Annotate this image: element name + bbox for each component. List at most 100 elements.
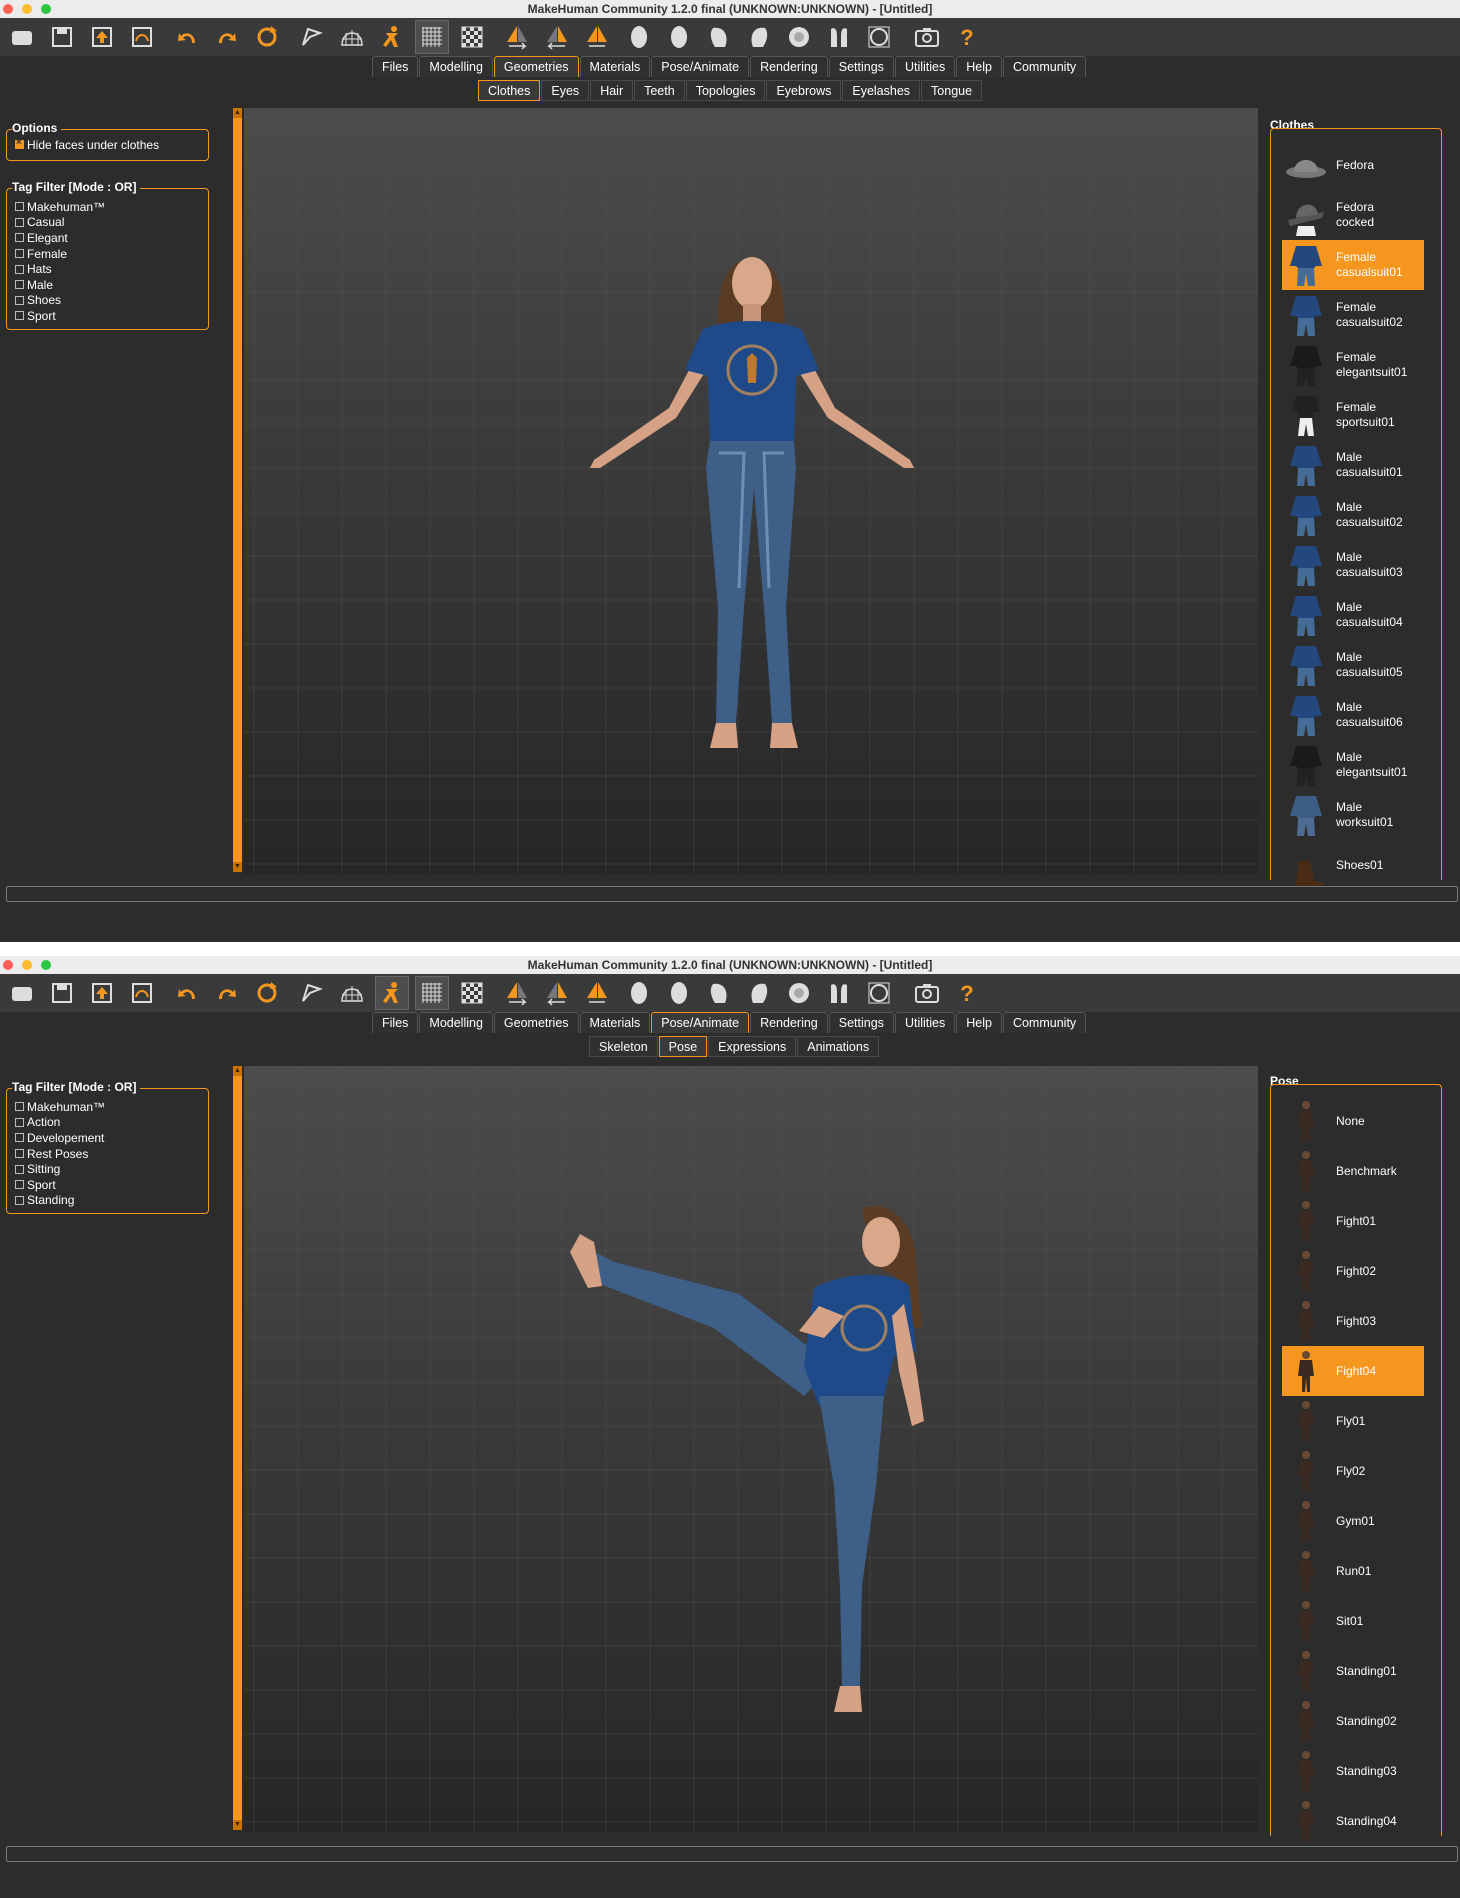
symmetry-right-tool-button[interactable] xyxy=(500,976,534,1010)
library-item-run01[interactable]: Run01 xyxy=(1282,1546,1424,1596)
front-view-tool-button[interactable] xyxy=(622,20,656,54)
subtab-animations[interactable]: Animations xyxy=(797,1036,880,1057)
background-tool-button[interactable] xyxy=(455,976,489,1010)
wireframe-tool-button[interactable] xyxy=(335,976,369,1010)
splitter-up-arrow-icon[interactable]: ▲ xyxy=(233,1066,242,1076)
library-item-male-casualsuit05[interactable]: Male casualsuit05 xyxy=(1282,640,1424,690)
library-item-benchmark[interactable]: Benchmark xyxy=(1282,1146,1424,1196)
tab-geometries[interactable]: Geometries xyxy=(493,56,579,77)
subtab-eyebrows[interactable]: Eyebrows xyxy=(766,80,842,101)
reset-tool-button[interactable] xyxy=(250,976,284,1010)
library-item-female-casualsuit02[interactable]: Female casualsuit02 xyxy=(1282,290,1424,340)
tab-modelling[interactable]: Modelling xyxy=(419,56,493,77)
subtab-skeleton[interactable]: Skeleton xyxy=(589,1036,658,1057)
hide-faces-checkbox[interactable] xyxy=(15,137,24,150)
subtab-clothes[interactable]: Clothes xyxy=(478,80,541,101)
library-item-male-casualsuit03[interactable]: Male casualsuit03 xyxy=(1282,540,1424,590)
screenshot-tool-button[interactable] xyxy=(910,976,944,1010)
panel-splitter[interactable]: ▲ ▼ xyxy=(233,1066,242,1830)
hide-faces-checkbox-row[interactable]: Hide faces under clothes xyxy=(7,137,208,153)
tag-checkbox[interactable] xyxy=(15,1149,24,1159)
tag-filter-row-hats[interactable]: Hats xyxy=(7,261,208,277)
human-model-kick-pose[interactable] xyxy=(244,1066,1258,1832)
library-item-standing02[interactable]: Standing02 xyxy=(1282,1696,1424,1746)
subtab-eyes[interactable]: Eyes xyxy=(541,80,590,101)
library-item-male-elegantsuit01[interactable]: Male elegantsuit01 xyxy=(1282,740,1424,790)
tag-checkbox[interactable] xyxy=(15,249,24,259)
tab-settings[interactable]: Settings xyxy=(828,56,894,77)
subtab-tongue[interactable]: Tongue xyxy=(921,80,983,101)
screenshot-tool-button[interactable] xyxy=(910,20,944,54)
library-item-male-casualsuit01[interactable]: Male casualsuit01 xyxy=(1282,440,1424,490)
library-item-fight02[interactable]: Fight02 xyxy=(1282,1246,1424,1296)
wireframe-tool-button[interactable] xyxy=(335,20,369,54)
save-tool-button[interactable] xyxy=(45,976,79,1010)
tag-filter-row-male[interactable]: Male xyxy=(7,277,208,293)
left-view-tool-button[interactable] xyxy=(702,20,736,54)
splitter-down-arrow-icon[interactable]: ▼ xyxy=(233,1820,242,1830)
smooth-tool-button[interactable] xyxy=(295,976,329,1010)
tab-pose-animate[interactable]: Pose/Animate xyxy=(651,56,750,77)
symmetry-left-tool-button[interactable] xyxy=(540,976,574,1010)
library-item-shoes01[interactable]: Shoes01 xyxy=(1282,840,1424,890)
subtab-hair[interactable]: Hair xyxy=(590,80,634,101)
library-item-sit01[interactable]: Sit01 xyxy=(1282,1596,1424,1646)
tag-filter-row-rest-poses[interactable]: Rest Poses xyxy=(7,1146,208,1162)
tag-filter-row-elegant[interactable]: Elegant xyxy=(7,230,208,246)
tag-filter-row-shoes[interactable]: Shoes xyxy=(7,293,208,309)
library-item-fly01[interactable]: Fly01 xyxy=(1282,1396,1424,1446)
tag-checkbox[interactable] xyxy=(15,1133,24,1143)
library-item-gym01[interactable]: Gym01 xyxy=(1282,1496,1424,1546)
tab-modelling[interactable]: Modelling xyxy=(419,1012,493,1033)
tag-checkbox[interactable] xyxy=(15,280,24,290)
splitter-down-arrow-icon[interactable]: ▼ xyxy=(233,862,242,872)
reset-camera-tool-button[interactable] xyxy=(862,976,896,1010)
subtab-teeth[interactable]: Teeth xyxy=(634,80,685,101)
background-tool-button[interactable] xyxy=(455,20,489,54)
help-tool-button[interactable]: ? xyxy=(950,976,984,1010)
tab-help[interactable]: Help xyxy=(956,56,1002,77)
tag-filter-row-sitting[interactable]: Sitting xyxy=(7,1161,208,1177)
redo-tool-button[interactable] xyxy=(210,20,244,54)
tag-checkbox[interactable] xyxy=(15,1180,24,1190)
library-item-male-worksuit01[interactable]: Male worksuit01 xyxy=(1282,790,1424,840)
symmetry-tool-button[interactable] xyxy=(580,976,614,1010)
tag-checkbox[interactable] xyxy=(15,1195,24,1205)
export-tool-button[interactable] xyxy=(125,20,159,54)
splitter-up-arrow-icon[interactable]: ▲ xyxy=(233,108,242,118)
grid-tool-button[interactable] xyxy=(415,976,449,1010)
tag-filter-row-sport[interactable]: Sport xyxy=(7,1177,208,1193)
smooth-tool-button[interactable] xyxy=(295,20,329,54)
tab-pose-animate[interactable]: Pose/Animate xyxy=(651,1012,750,1033)
tag-checkbox[interactable] xyxy=(15,1117,24,1127)
library-item-fly02[interactable]: Fly02 xyxy=(1282,1446,1424,1496)
undo-tool-button[interactable] xyxy=(170,20,204,54)
human-model-standing[interactable] xyxy=(244,108,1258,874)
library-item-standing03[interactable]: Standing03 xyxy=(1282,1746,1424,1796)
library-item-fight01[interactable]: Fight01 xyxy=(1282,1196,1424,1246)
symmetry-left-tool-button[interactable] xyxy=(540,20,574,54)
tag-checkbox[interactable] xyxy=(15,311,24,321)
back-view-tool-button[interactable] xyxy=(662,976,696,1010)
tab-files[interactable]: Files xyxy=(372,56,419,77)
library-item-female-elegantsuit01[interactable]: Female elegantsuit01 xyxy=(1282,340,1424,390)
reset-camera-tool-button[interactable] xyxy=(862,20,896,54)
tab-community[interactable]: Community xyxy=(1002,56,1087,77)
save-tool-button[interactable] xyxy=(45,20,79,54)
library-item-fight03[interactable]: Fight03 xyxy=(1282,1296,1424,1346)
tab-rendering[interactable]: Rendering xyxy=(750,1012,828,1033)
load-tool-button[interactable] xyxy=(85,976,119,1010)
top-view-tool-button[interactable] xyxy=(782,20,816,54)
subtab-expressions[interactable]: Expressions xyxy=(708,1036,797,1057)
tab-files[interactable]: Files xyxy=(372,1012,419,1033)
tab-materials[interactable]: Materials xyxy=(579,1012,651,1033)
tag-filter-row-makehuman[interactable]: Makehuman™ xyxy=(7,199,208,215)
pose-tool-button[interactable] xyxy=(375,976,409,1010)
front-view-tool-button[interactable] xyxy=(622,976,656,1010)
library-item-female-casualsuit01[interactable]: Female casualsuit01 xyxy=(1282,240,1424,290)
3d-viewport[interactable] xyxy=(244,1066,1258,1832)
library-item-fight04[interactable]: Fight04 xyxy=(1282,1346,1424,1396)
right-view-tool-button[interactable] xyxy=(742,20,776,54)
tab-community[interactable]: Community xyxy=(1002,1012,1087,1033)
subtab-eyelashes[interactable]: Eyelashes xyxy=(842,80,921,101)
